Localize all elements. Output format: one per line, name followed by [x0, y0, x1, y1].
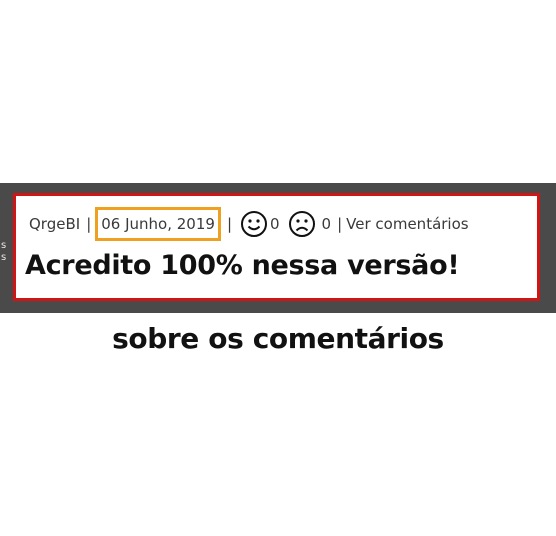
meta-separator: | — [337, 215, 343, 233]
caption: sobre os comentários — [112, 322, 444, 355]
comment-card: QrgeBI | 06 Junho, 2019 | 0 0 | Ver come… — [13, 193, 540, 301]
comment-meta-row: QrgeBI | 06 Junho, 2019 | 0 0 | Ver come… — [29, 206, 469, 242]
dislike-count: 0 — [321, 215, 332, 233]
view-comments-link[interactable]: Ver comentários — [346, 215, 468, 233]
meta-separator: | — [86, 215, 92, 233]
edge-fragment: s — [1, 240, 7, 251]
smiley-face-icon[interactable] — [238, 208, 270, 240]
comment-text: Acredito 100% nessa versão! — [25, 250, 460, 281]
comment-author[interactable]: QrgeBI — [29, 215, 80, 233]
frowning-face-icon[interactable] — [286, 208, 318, 240]
comment-date: 06 Junho, 2019 — [95, 207, 221, 241]
meta-separator: | — [226, 215, 232, 233]
edge-fragment: s — [1, 252, 7, 263]
like-count: 0 — [270, 215, 280, 233]
